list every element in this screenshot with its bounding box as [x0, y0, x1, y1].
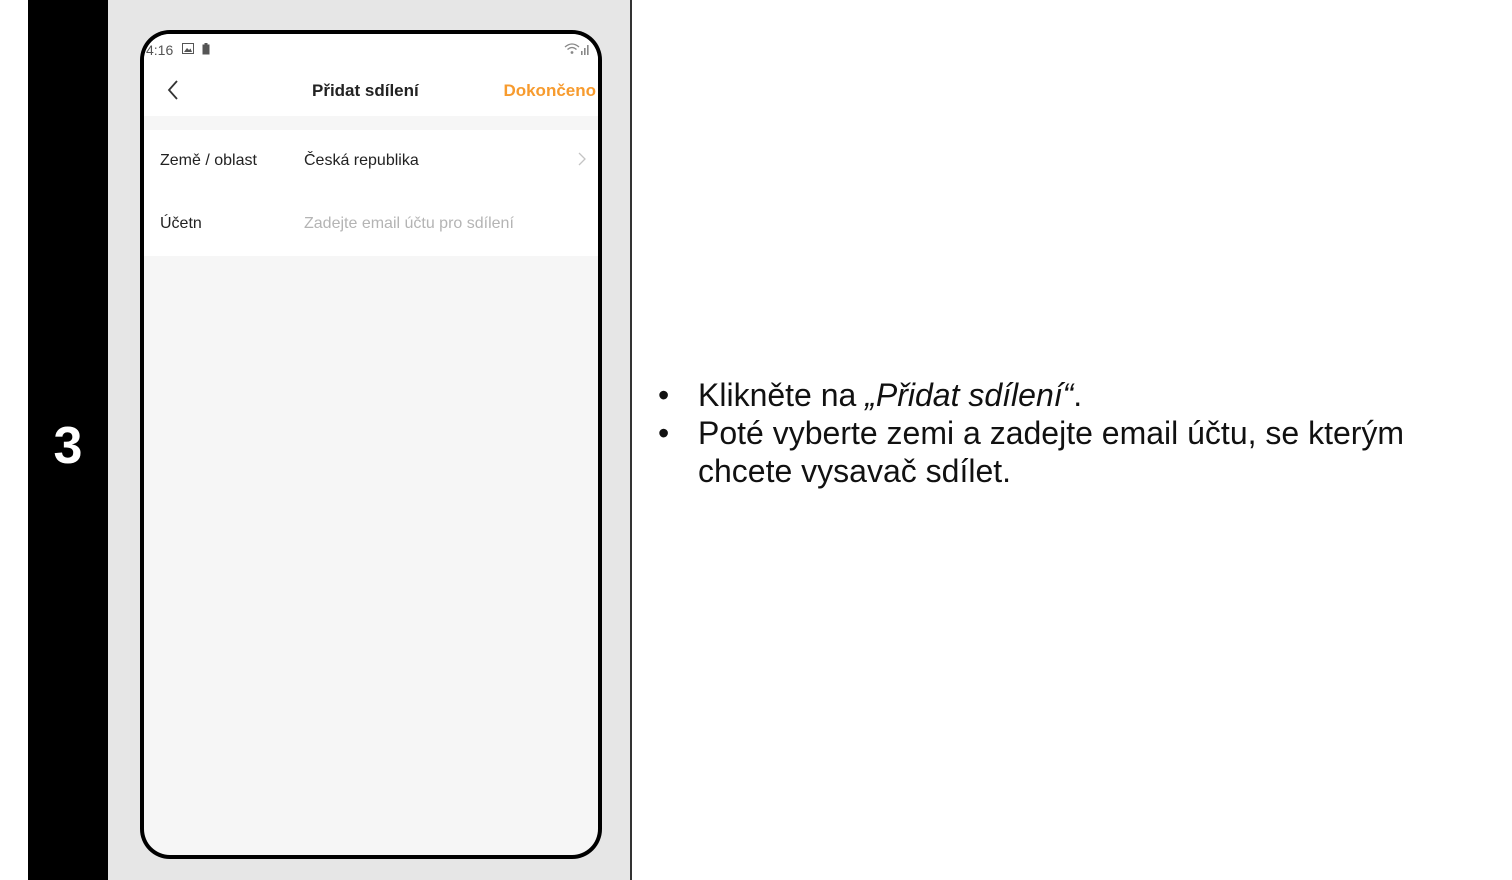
- phone-frame: 4:16 Přidat sdílení Dokončeno Země / obl…: [140, 30, 602, 859]
- image-icon: [182, 43, 194, 57]
- wifi-icon: [564, 42, 590, 59]
- instruction-item: Poté vyberte zemi a zadejte email účtu, …: [656, 414, 1506, 490]
- account-row: Účetn: [144, 193, 598, 255]
- battery-icon: [202, 43, 210, 58]
- country-row[interactable]: Země / oblast Česká republika: [144, 130, 598, 192]
- status-time: 4:16: [146, 42, 174, 58]
- instructions-list: Klikněte na „Přidat sdílení“. Poté vyber…: [656, 376, 1506, 490]
- step-column: 3: [28, 0, 108, 880]
- chevron-right-icon: [578, 149, 586, 171]
- status-bar: 4:16: [144, 34, 598, 68]
- step-number: 3: [53, 417, 83, 475]
- instruction-2-text: Poté vyberte zemi a zadejte email účtu, …: [698, 415, 1405, 489]
- account-email-input[interactable]: [304, 211, 574, 237]
- instruction-1-prefix: Klikněte na: [698, 377, 866, 413]
- done-button[interactable]: Dokončeno: [503, 80, 596, 102]
- phone-screen: 4:16 Přidat sdílení Dokončeno Země / obl…: [144, 34, 598, 855]
- instruction-1-suffix: .: [1073, 377, 1083, 413]
- cellular-signal-icon: [581, 51, 583, 55]
- page-title: Přidat sdílení: [312, 81, 419, 100]
- instruction-item: Klikněte na „Přidat sdílení“.: [656, 376, 1506, 414]
- instruction-1-quote: „Přidat sdílení“: [865, 377, 1074, 413]
- share-form: Země / oblast Česká republika Účetn: [144, 130, 598, 256]
- account-label: Účetn: [160, 215, 202, 232]
- nav-bar: Přidat sdílení Dokončeno: [144, 68, 598, 116]
- country-value: Česká republika: [304, 152, 419, 169]
- chevron-left-icon[interactable]: [166, 72, 180, 111]
- country-label: Země / oblast: [160, 152, 257, 169]
